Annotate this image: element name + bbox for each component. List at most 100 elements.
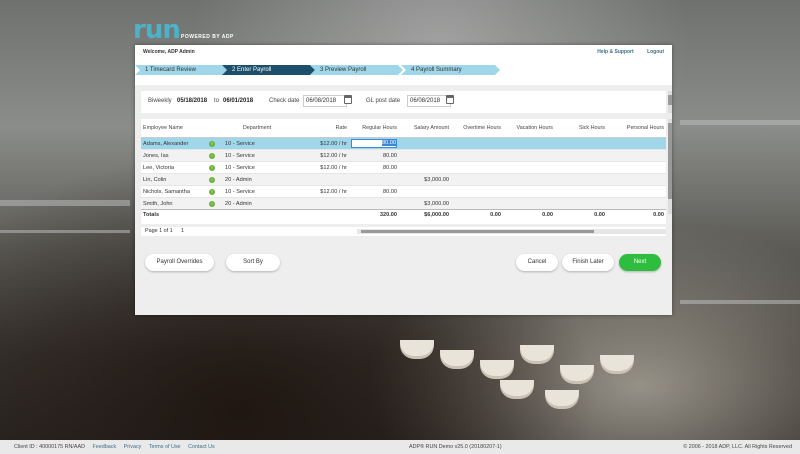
calendar-icon[interactable] — [446, 95, 454, 104]
payroll-panel: Welcome, ADP Admin Help & Support Logout… — [135, 45, 672, 315]
rate: $12.00 / hr — [320, 188, 347, 195]
total-regular-hours: 320.00 — [349, 209, 399, 220]
regular-hours[interactable] — [349, 197, 399, 210]
go-arrow-icon[interactable]: › — [209, 152, 215, 159]
regular-hours[interactable]: 80.00 — [349, 149, 399, 162]
total-salary-amount: $6,000.00 — [399, 209, 451, 220]
department: 10 - Service — [225, 164, 255, 171]
top-links: Help & Support Logout — [585, 49, 664, 55]
department: 10 - Service — [223, 149, 291, 162]
totals-row: Totals 320.00 $6,000.00 0.00 0.00 0.00 0… — [141, 209, 666, 220]
regular-hours[interactable] — [349, 173, 399, 186]
go-arrow-icon[interactable]: › — [209, 176, 215, 183]
logo-wordmark: run — [133, 15, 181, 45]
finish-later-button[interactable]: Finish Later — [562, 254, 614, 271]
client-id: Client ID : 40000175 RN/AAD — [14, 444, 86, 450]
employee-name[interactable]: Lin, Colin — [141, 173, 207, 186]
col-sick-hours[interactable]: Sick Hours — [555, 119, 607, 138]
rate: $12.00 / hr — [291, 137, 349, 150]
help-support-link[interactable]: Help & Support — [597, 49, 633, 55]
salary-amount[interactable] — [399, 186, 451, 198]
period-start[interactable]: 05/18/2018 — [177, 98, 207, 104]
calendar-icon[interactable] — [344, 95, 352, 104]
salary-amount[interactable]: $3,000.00 — [399, 197, 451, 210]
period-end[interactable]: 06/01/2018 — [223, 98, 253, 104]
employee-name[interactable]: Lee, Victoria — [141, 162, 207, 174]
table-row[interactable]: Jones, Ias › 10 - Service $12.00 / hr 80… — [141, 149, 666, 162]
pay-period-bar: Biweekly 05/18/2018 to 06/01/2018 Check … — [141, 91, 666, 113]
salary-amount[interactable] — [399, 149, 451, 162]
regular-hours-input[interactable]: 80.00 — [351, 139, 397, 148]
step-timecard-review[interactable]: 1 Timecard Review — [135, 65, 227, 75]
col-salary-amount[interactable]: Salary Amount — [399, 119, 451, 138]
table-vertical-scrollbar[interactable] — [668, 119, 672, 214]
salary-amount[interactable] — [399, 137, 451, 150]
step-enter-payroll[interactable]: 2 Enter Payroll — [222, 65, 315, 75]
period-to-label: to — [214, 98, 220, 104]
total-overtime-hours: 0.00 — [451, 209, 503, 220]
pay-frequency: Biweekly — [148, 98, 172, 104]
department: 20 - Admin — [223, 197, 291, 210]
horizontal-scrollbar[interactable] — [357, 229, 666, 234]
vertical-scrollbar[interactable] — [668, 91, 672, 113]
footer: Client ID : 40000175 RN/AAD Feedback Pri… — [0, 440, 800, 454]
table-row[interactable]: Adams, Alexander › 10 - Service $12.00 /… — [141, 137, 666, 150]
go-arrow-icon[interactable]: › — [209, 140, 215, 147]
powered-by-adp: POWERED BY ADP — [181, 34, 234, 40]
content-area: Biweekly 05/18/2018 to 06/01/2018 Check … — [135, 85, 672, 315]
salary-amount[interactable] — [399, 162, 451, 174]
feedback-link[interactable]: Feedback — [93, 444, 117, 450]
step-payroll-summary[interactable]: 4 Payroll Summary — [401, 65, 500, 75]
table-row[interactable]: Smith, John › 20 - Admin $3,000.00 — [141, 197, 666, 210]
employee-name[interactable]: Smith, John — [141, 197, 207, 210]
total-personal-hours: 0.00 — [607, 209, 666, 220]
col-overtime-hours[interactable]: Overtime Hours — [451, 119, 503, 138]
regular-hours[interactable]: 80.00 — [349, 162, 399, 174]
sort-by-button[interactable]: Sort By — [226, 254, 280, 271]
terms-of-use-link[interactable]: Terms of Use — [149, 444, 181, 450]
col-regular-hours[interactable]: Regular Hours — [349, 119, 399, 138]
col-personal-hours[interactable]: Personal Hours — [607, 119, 666, 138]
go-arrow-icon[interactable]: › — [209, 164, 215, 171]
employee-name[interactable]: Jones, Ias — [141, 149, 207, 162]
version-text: ADP® RUN Demo v25.0 (20180207-1) — [409, 444, 502, 450]
rate — [291, 173, 349, 186]
page-count: Page 1 of 1 — [145, 228, 173, 234]
go-arrow-icon[interactable]: › — [209, 200, 215, 207]
col-rate[interactable]: Rate — [291, 119, 349, 138]
page-number-input[interactable]: 1 — [181, 228, 184, 234]
rate — [291, 197, 349, 210]
salary-amount[interactable]: $3,000.00 — [399, 173, 451, 186]
logout-link[interactable]: Logout — [647, 49, 664, 55]
col-vacation-hours[interactable]: Vacation Hours — [503, 119, 555, 138]
department: 20 - Admin — [223, 173, 291, 186]
next-button[interactable]: Next — [619, 254, 661, 271]
contact-us-link[interactable]: Contact Us — [188, 444, 215, 450]
totals-label: Totals — [141, 209, 207, 220]
employee-name[interactable]: Nichols, Samantha — [141, 186, 207, 198]
table-row[interactable]: Lin, Colin › 20 - Admin $3,000.00 — [141, 173, 666, 186]
rate: $12.00 / hr — [320, 164, 347, 171]
gl-post-date-label: GL post date — [366, 98, 401, 104]
department: 10 - Service — [223, 137, 291, 150]
copyright-text: © 2006 - 2018 ADP, LLC. All Rights Reser… — [683, 444, 792, 450]
check-date-input[interactable]: 06/08/2018 — [303, 95, 347, 107]
privacy-link[interactable]: Privacy — [124, 444, 142, 450]
col-department[interactable]: Department — [223, 119, 291, 138]
total-vacation-hours: 0.00 — [503, 209, 555, 220]
cancel-button[interactable]: Cancel — [516, 254, 558, 271]
gl-post-date-input[interactable]: 06/08/2018 — [407, 95, 451, 107]
col-employee-name[interactable]: Employee Name — [141, 119, 207, 138]
payroll-overrides-button[interactable]: Payroll Overrides — [145, 254, 214, 271]
welcome-text: Welcome, ADP Admin — [143, 49, 195, 55]
pager: Page 1 of 1 1 — [141, 227, 666, 236]
top-bar: Welcome, ADP Admin Help & Support Logout — [135, 45, 672, 60]
regular-hours[interactable]: 80.00 — [349, 186, 399, 198]
total-sick-hours: 0.00 — [555, 209, 607, 220]
table-row[interactable]: Nichols, Samantha › 10 - Service $12.00 … — [141, 186, 666, 198]
rate: $12.00 / hr — [291, 149, 349, 162]
employee-name[interactable]: Adams, Alexander — [141, 137, 207, 150]
step-preview-payroll[interactable]: 3 Preview Payroll — [310, 65, 403, 75]
go-arrow-icon[interactable]: › — [209, 188, 215, 195]
table-row[interactable]: Lee, Victoria › 10 - Service $12.00 / hr… — [141, 162, 666, 174]
